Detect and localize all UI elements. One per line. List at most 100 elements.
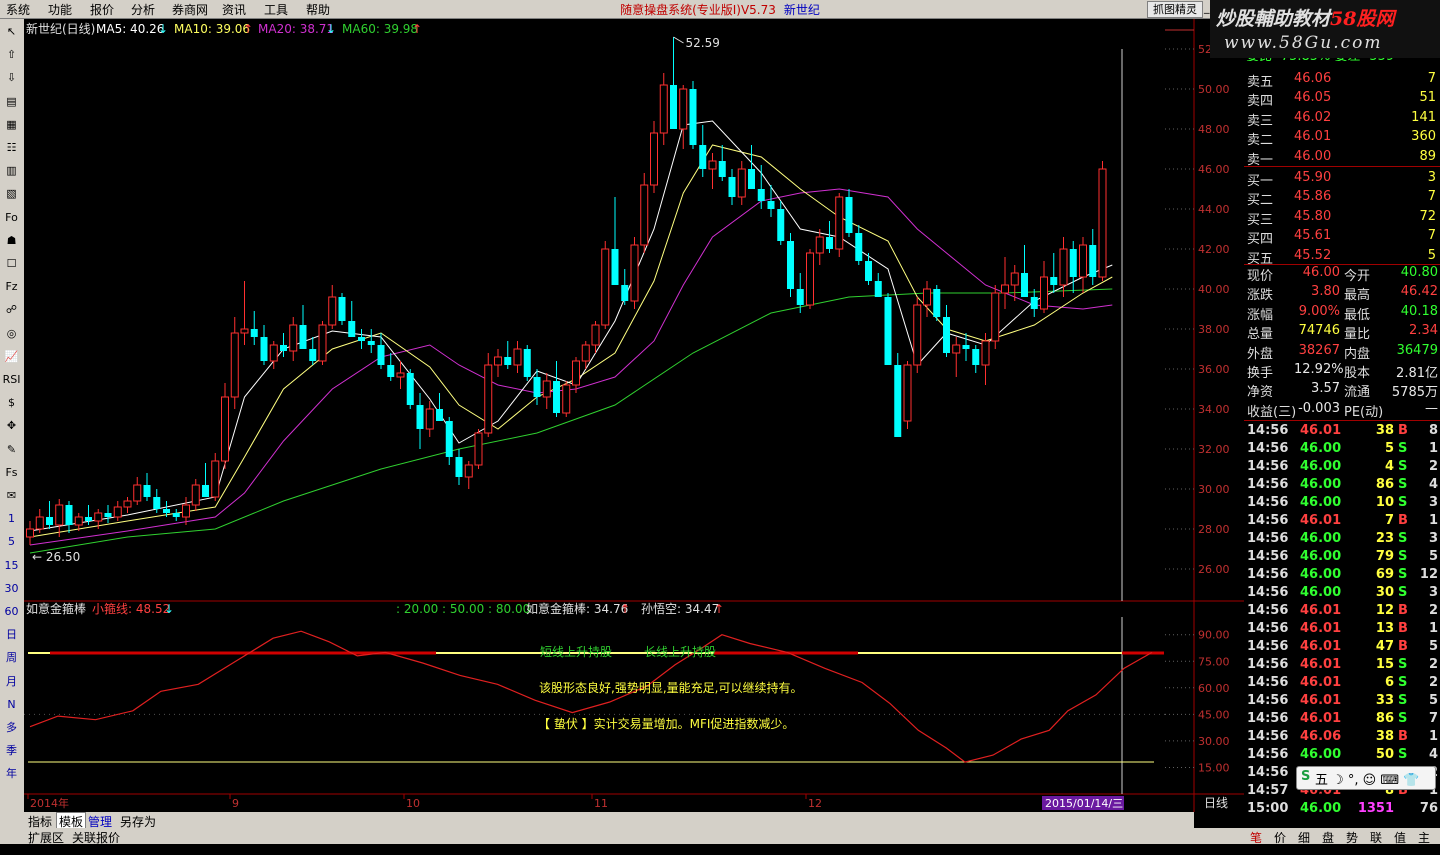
tick-row[interactable]: 14:56 46.01 7 B 1 [1244,512,1440,530]
toolbar-button-9[interactable]: ☗ [2,232,21,250]
tick-row[interactable]: 14:56 46.00 30 S 3 [1244,584,1440,602]
tick-row[interactable]: 14:56 46.00 4 S 2 [1244,458,1440,476]
toolbar-button-20[interactable]: ✉ [2,487,21,505]
panel-tab-4[interactable]: 势 [1346,829,1358,846]
toolbar-button-26[interactable]: 日 [2,626,21,644]
menu-function[interactable]: 功能 [48,1,72,18]
tick-row[interactable]: 14:56 46.01 86 S 7 [1244,710,1440,728]
tick-row[interactable]: 14:56 46.00 5 S 1 [1244,440,1440,458]
tick-direction: S [1398,459,1408,474]
menu-quote[interactable]: 报价 [90,1,114,18]
toolbar-button-4[interactable]: ▦ [2,116,21,134]
menu-system[interactable]: 系统 [6,1,30,18]
orderbook-row[interactable]: 卖三 46.02 141 [1244,109,1440,129]
panel-tab-3[interactable]: 盘 [1322,829,1334,846]
cursor-date: 2015/01/14/三 [1045,797,1123,810]
chart-area[interactable]: 52.0050.0048.0046.0044.0042.0040.0038.00… [24,19,1244,812]
toolbar-button-27[interactable]: 周 [2,649,21,667]
toolbar-button-29[interactable]: N [2,696,21,714]
tick-row[interactable]: 14:56 46.00 50 S 4 [1244,746,1440,764]
tick-row[interactable]: 14:56 46.01 13 B 1 [1244,620,1440,638]
tick-direction: B [1398,621,1408,636]
toolbar-button-6[interactable]: ▥ [2,162,21,180]
toolbar-button-21[interactable]: 1 [2,510,21,528]
ime-status[interactable]: 五 ☽ °, ☺ ⌨ 👕 ⚙ [1315,769,1435,803]
tick-row[interactable]: 14:56 46.00 23 S 3 [1244,530,1440,548]
tick-row[interactable]: 14:56 46.00 69 S 12 [1244,566,1440,584]
toolbar-button-0[interactable]: ↖ [2,23,21,41]
menu-tools[interactable]: 工具 [264,1,288,18]
grab-button[interactable]: 抓图精灵 [1147,1,1203,18]
quote-value: 2.81亿 [1396,366,1438,381]
orderbook-row[interactable]: 买三 45.80 72 [1244,208,1440,228]
toolbar-button-1[interactable]: ⇧ [2,46,21,64]
toolbar-button-19[interactable]: Fs [2,464,21,482]
toolbar-button-16[interactable]: $ [2,394,21,412]
toolbar-button-30[interactable]: 多 [2,719,21,737]
orderbook-row[interactable]: 卖一 46.00 89 [1244,148,1440,168]
toolbar-button-23[interactable]: 15 [2,557,21,575]
toolbar-button-32[interactable]: 年 [2,765,21,783]
menu-news[interactable]: 资讯 [222,1,246,18]
panel-tab-5[interactable]: 联 [1370,829,1382,846]
toolbar-button-18[interactable]: ✎ [2,441,21,459]
tick-count: 2 [1428,603,1438,618]
toolbar-button-28[interactable]: 月 [2,673,21,691]
panel-tab-7[interactable]: 主 [1418,829,1430,846]
tick-row[interactable]: 14:56 46.01 33 S 5 [1244,692,1440,710]
tick-row[interactable]: 14:56 46.00 79 S 5 [1244,548,1440,566]
tick-row[interactable]: 14:56 46.01 15 S 2 [1244,656,1440,674]
toolbar-button-25[interactable]: 60 [2,603,21,621]
indicator-main-label: 如意金箍棒: 34.76 [526,601,628,616]
tick-volume: 12 [1375,603,1394,618]
toolbar-button-10[interactable]: ☐ [2,255,21,273]
tick-row[interactable]: 14:56 46.01 38 B 8 [1244,422,1440,440]
tick-row[interactable]: 14:56 46.00 86 S 4 [1244,476,1440,494]
ime-toolbar[interactable]: S 五 ☽ °, ☺ ⌨ 👕 ⚙ [1296,766,1436,803]
tick-direction: S [1398,675,1408,690]
tick-direction: B [1398,423,1408,438]
menu-analysis[interactable]: 分析 [131,1,155,18]
tick-row[interactable]: 14:56 46.00 10 S 3 [1244,494,1440,512]
candle [689,81,697,149]
price-tick: 40.00 [1198,283,1230,296]
toolbar-button-5[interactable]: ☷ [2,139,21,157]
toolbar-button-2[interactable]: ⇩ [2,69,21,87]
toolbar-button-15[interactable]: RSI [2,371,21,389]
status-extend[interactable]: 扩展区 [28,829,64,846]
toolbar-button-31[interactable]: 季 [2,742,21,760]
tick-row[interactable]: 14:56 46.01 6 S 2 [1244,674,1440,692]
toolbar-button-24[interactable]: 30 [2,580,21,598]
toolbar-button-11[interactable]: Fz [2,278,21,296]
panel-tab-1[interactable]: 价 [1274,829,1286,846]
menu-help[interactable]: 帮助 [306,1,330,18]
toolbar-button-3[interactable]: ▤ [2,93,21,111]
menu-broker[interactable]: 券商网 [172,1,208,18]
toolbar-button-8[interactable]: Fo [2,209,21,227]
orderbook-row[interactable]: 买五 45.52 5 [1244,247,1440,267]
tick-volume: 15 [1375,657,1394,672]
toolbar-button-7[interactable]: ▧ [2,185,21,203]
tick-time: 14:56 [1247,693,1289,708]
status-related[interactable]: 关联报价 [72,829,120,846]
toolbar-button-12[interactable]: ☍ [2,301,21,319]
tick-row[interactable]: 14:56 46.01 47 B 5 [1244,638,1440,656]
orderbook-row[interactable]: 买四 45.61 7 [1244,227,1440,247]
tick-row[interactable]: 14:56 46.06 38 B 1 [1244,728,1440,746]
orderbook-row[interactable]: 买二 45.86 7 [1244,188,1440,208]
toolbar-button-13[interactable]: ◎ [2,325,21,343]
panel-tab-0[interactable]: 笔 [1250,829,1262,846]
panel-tab-2[interactable]: 细 [1298,829,1310,846]
tick-direction: B [1398,729,1408,744]
tick-row[interactable]: 14:56 46.01 12 B 2 [1244,602,1440,620]
toolbar-button-17[interactable]: ✥ [2,417,21,435]
orderbook-row[interactable]: 卖五 46.06 7 [1244,70,1440,90]
toolbar-button-14[interactable]: 📈 [2,348,21,366]
orderbook-row[interactable]: 卖四 46.05 51 [1244,89,1440,109]
orderbook-row[interactable]: 买一 45.90 3 [1244,169,1440,189]
orderbook-row[interactable]: 卖二 46.01 360 [1244,128,1440,148]
signal-long: 长线上升持股 [644,644,716,659]
panel-tab-6[interactable]: 值 [1394,829,1406,846]
period-label[interactable]: 日线 [1204,796,1228,810]
toolbar-button-22[interactable]: 5 [2,533,21,551]
